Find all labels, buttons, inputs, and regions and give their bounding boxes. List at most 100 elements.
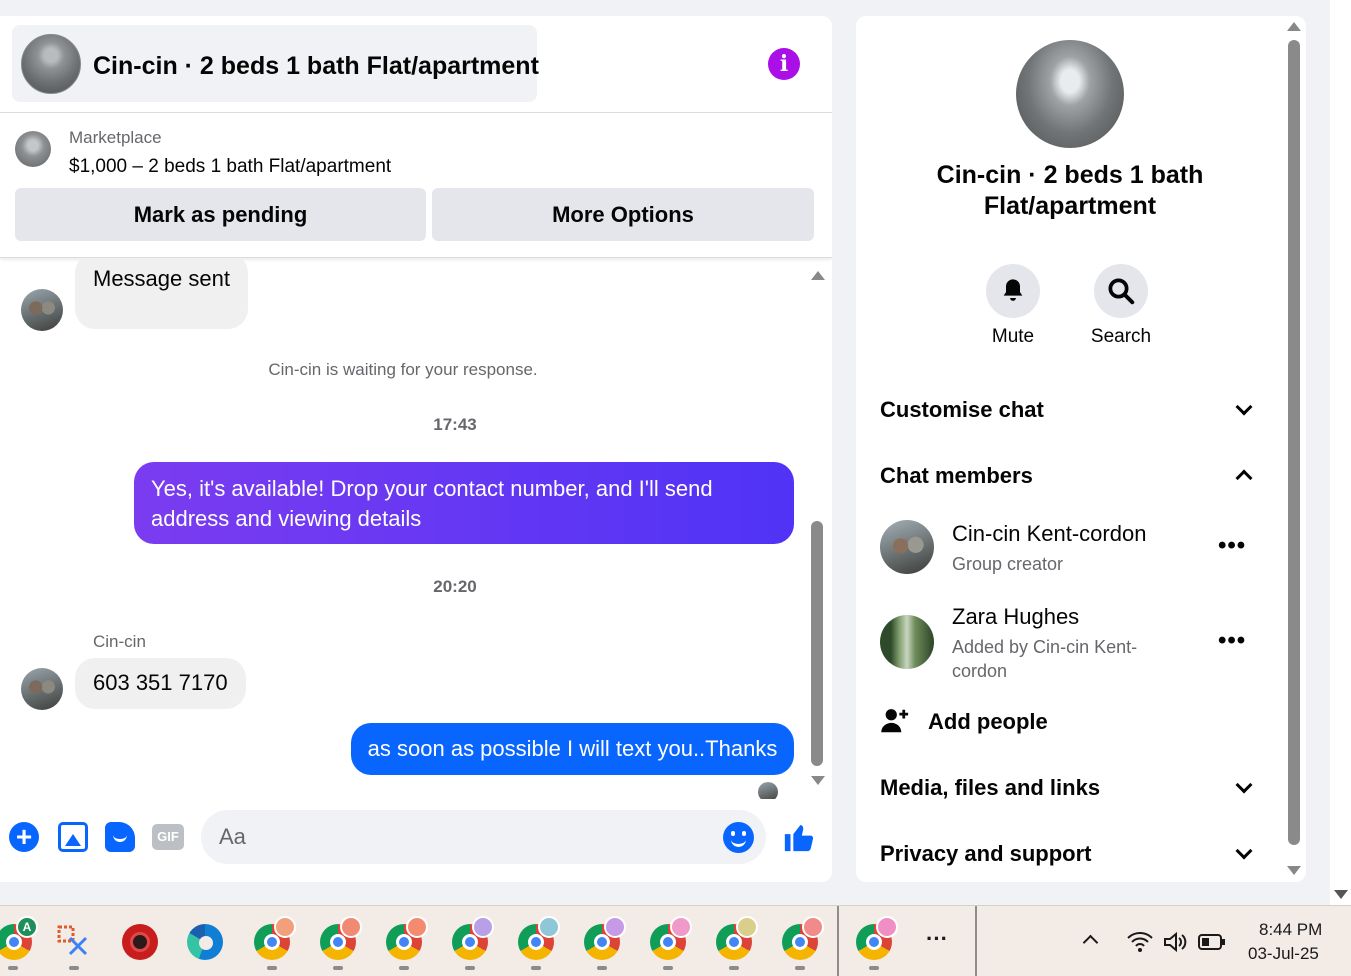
chrome-profile-icon[interactable] xyxy=(320,916,362,960)
thumbs-up-icon[interactable] xyxy=(782,820,816,854)
chat-panel: Cin-cin · 2 beds 1 bath Flat/apartment i… xyxy=(0,16,832,882)
chevron-up-icon[interactable] xyxy=(1235,469,1253,487)
group-avatar[interactable] xyxy=(1016,40,1124,148)
message-bubble-outgoing[interactable]: as soon as possible I will text you..Tha… xyxy=(351,723,794,775)
chat-members-section[interactable]: Chat members xyxy=(880,463,1033,489)
chat-title[interactable]: Cin-cin · 2 beds 1 bath Flat/apartment xyxy=(93,52,539,81)
snipping-tool-icon[interactable] xyxy=(56,924,92,960)
marketplace-listing: Marketplace $1,000 – 2 beds 1 bath Flat/… xyxy=(0,113,832,258)
privacy-support-section[interactable]: Privacy and support xyxy=(880,841,1092,867)
chat-header: Cin-cin · 2 beds 1 bath Flat/apartment i xyxy=(0,16,832,113)
member-avatar[interactable] xyxy=(880,520,934,574)
clock-date[interactable]: 03-Jul-25 xyxy=(1248,944,1319,964)
member-avatar[interactable] xyxy=(880,615,934,669)
mute-button[interactable] xyxy=(986,264,1040,318)
read-receipt-avatar xyxy=(758,782,778,799)
message-bubble-incoming[interactable]: Message sent xyxy=(75,259,248,329)
info-scroll-thumb[interactable] xyxy=(1288,40,1300,845)
chrome-profile-icon[interactable] xyxy=(584,916,626,960)
running-indicator xyxy=(333,966,343,970)
message-input[interactable] xyxy=(219,819,709,855)
more-options-button[interactable]: More Options xyxy=(432,188,814,241)
taskbar: A ··· 8:44 PM 03-Jul-25 xyxy=(0,905,1351,976)
edge-icon[interactable] xyxy=(187,924,223,960)
chrome-profile-icon[interactable] xyxy=(650,916,692,960)
running-indicator xyxy=(869,966,879,970)
member-name[interactable]: Zara Hughes xyxy=(952,604,1079,630)
message-text: Yes, it's available! Drop your contact n… xyxy=(151,476,713,531)
chat-avatar[interactable] xyxy=(21,34,81,94)
add-person-icon[interactable] xyxy=(880,706,910,736)
page-scroll-down-arrow-icon[interactable] xyxy=(1334,890,1348,899)
scroll-thumb[interactable] xyxy=(811,521,823,766)
sender-avatar[interactable] xyxy=(21,668,63,710)
member-options-icon[interactable]: ••• xyxy=(1218,532,1246,560)
volume-icon[interactable] xyxy=(1162,930,1190,954)
message-input-box[interactable] xyxy=(201,810,766,864)
scroll-up-arrow-icon[interactable] xyxy=(811,271,825,280)
scroll-down-arrow-icon[interactable] xyxy=(1287,866,1301,875)
message-list: Message sent Cin-cin is waiting for your… xyxy=(0,259,832,799)
photo-icon[interactable] xyxy=(58,822,88,852)
battery-icon[interactable] xyxy=(1198,932,1226,952)
chevron-down-icon[interactable] xyxy=(1235,398,1253,416)
customise-chat-section[interactable]: Customise chat xyxy=(880,397,1044,423)
member-name[interactable]: Cin-cin Kent-cordon xyxy=(952,521,1146,547)
running-indicator xyxy=(597,966,607,970)
message-bubble-outgoing[interactable]: Yes, it's available! Drop your contact n… xyxy=(134,462,794,544)
taskbar-divider xyxy=(837,906,839,976)
running-indicator xyxy=(663,966,673,970)
page-scrollbar-gutter xyxy=(1330,0,1351,905)
sender-avatar[interactable] xyxy=(21,289,63,331)
scroll-up-arrow-icon[interactable] xyxy=(1287,22,1301,31)
wifi-icon[interactable] xyxy=(1126,930,1154,954)
listing-thumbnail[interactable] xyxy=(15,131,51,167)
chrome-profile-icon[interactable] xyxy=(452,916,494,960)
scroll-down-arrow-icon[interactable] xyxy=(811,776,825,785)
profile-badge: A xyxy=(16,916,38,938)
chrome-profile-icon[interactable] xyxy=(782,916,824,960)
chrome-profile-icon[interactable]: A xyxy=(0,916,38,960)
more-apps-icon[interactable]: ··· xyxy=(926,926,948,952)
member-subtitle: Group creator xyxy=(952,554,1064,574)
plus-icon[interactable]: + xyxy=(9,822,39,852)
message-scrollbar[interactable] xyxy=(808,271,826,791)
mute-label: Mute xyxy=(991,326,1035,347)
profile-badge xyxy=(406,916,428,938)
emoji-icon[interactable] xyxy=(723,822,754,853)
profile-badge xyxy=(274,916,296,938)
chrome-profile-icon[interactable] xyxy=(254,916,296,960)
running-indicator xyxy=(69,966,79,970)
media-files-links-section[interactable]: Media, files and links xyxy=(880,775,1100,801)
running-indicator xyxy=(729,966,739,970)
member-options-icon[interactable]: ••• xyxy=(1218,627,1246,655)
chrome-profile-icon[interactable] xyxy=(386,916,428,960)
mark-as-pending-button[interactable]: Mark as pending xyxy=(15,188,426,241)
chevron-up-icon[interactable] xyxy=(1082,934,1099,951)
gif-icon[interactable]: GIF xyxy=(152,824,184,850)
chrome-profile-icon[interactable] xyxy=(716,916,758,960)
profile-badge xyxy=(876,916,898,938)
chrome-profile-icon[interactable] xyxy=(518,916,560,960)
running-indicator xyxy=(8,966,18,970)
running-indicator xyxy=(399,966,409,970)
message-bubble-incoming[interactable]: 603 351 7170 xyxy=(75,658,246,709)
chrome-profile-icon[interactable] xyxy=(856,916,898,960)
search-button[interactable] xyxy=(1094,264,1148,318)
listing-label: Marketplace xyxy=(69,128,162,147)
running-indicator xyxy=(267,966,277,970)
timestamp: 20:20 xyxy=(433,577,477,596)
message-text: 603 351 7170 xyxy=(93,670,228,695)
chevron-down-icon[interactable] xyxy=(1235,842,1253,860)
info-icon[interactable]: i xyxy=(768,48,800,80)
chevron-down-icon[interactable] xyxy=(1235,776,1253,794)
info-title: Cin-cin · 2 beds 1 bath Flat/apartment xyxy=(936,161,1204,220)
security-app-icon[interactable] xyxy=(122,924,158,960)
add-people-button[interactable]: Add people xyxy=(928,709,1048,735)
listing-price-title[interactable]: $1,000 – 2 beds 1 bath Flat/apartment xyxy=(69,156,391,178)
search-icon xyxy=(1108,278,1135,305)
running-indicator xyxy=(531,966,541,970)
clock-time[interactable]: 8:44 PM xyxy=(1259,920,1322,940)
sticker-icon[interactable] xyxy=(105,822,135,852)
taskbar-divider xyxy=(975,906,977,976)
